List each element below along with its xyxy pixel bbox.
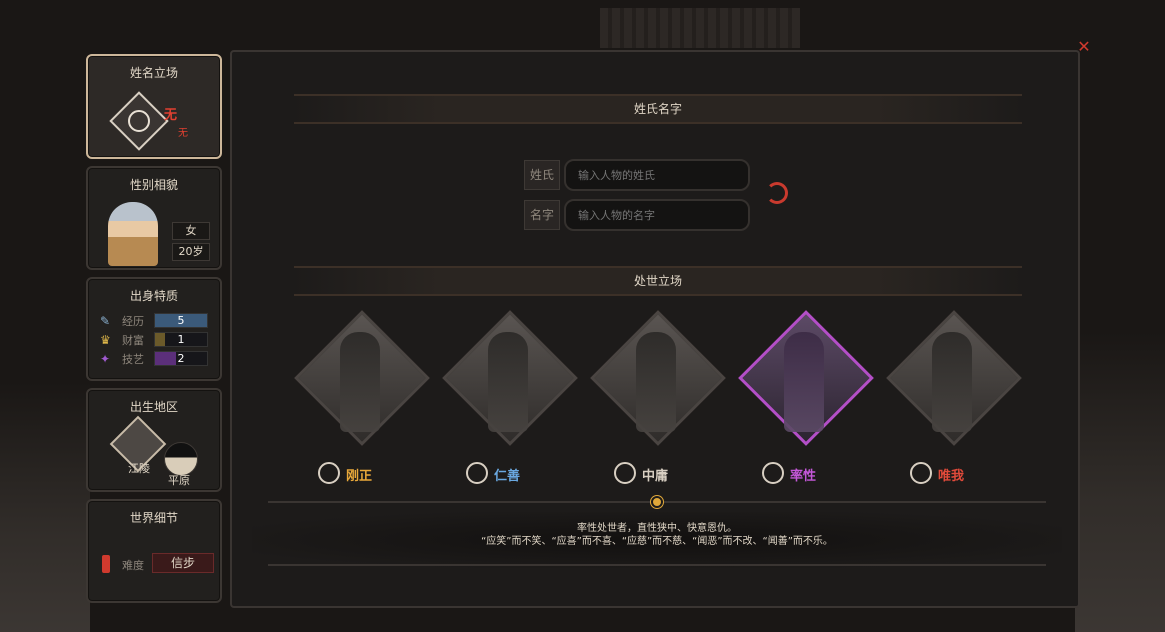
age-value: 20岁 [172, 243, 210, 261]
sidebar-panel-world-details[interactable]: 世界细节 难度 信步 [86, 499, 222, 603]
selection-indicator-icon [651, 496, 663, 508]
panel-title: 出身特质 [129, 289, 178, 303]
surname-label: 姓氏 [524, 160, 560, 190]
difficulty-icon [102, 555, 110, 573]
stance-label: 刚正 [313, 457, 408, 489]
stance-card-egoist[interactable]: 唯我 [882, 310, 1022, 489]
description-line-2: “应笑”而不笑、“应喜”而不喜、“应慈”而不慈、“闻恶”而不改、“闻善”而不乐。 [481, 536, 833, 547]
stat-label: 经历 [122, 315, 144, 328]
stance-sub: 无 [178, 128, 188, 139]
panel-title: 性别相貌 [129, 178, 178, 192]
stat-value: 5 [177, 314, 185, 327]
stat-label: 技艺 [122, 353, 144, 366]
stance-egoist-icon [905, 457, 937, 489]
stance-figure [932, 332, 972, 432]
stance-emblem-icon [109, 91, 169, 151]
stance-upright-icon [313, 457, 345, 489]
stance-label: 唯我 [905, 457, 1000, 489]
stance-name: 无 [164, 108, 178, 123]
stance-card-kind[interactable]: 仁善 [438, 310, 578, 489]
panel-title: 姓名立场 [129, 66, 178, 80]
difficulty-label: 难度 [122, 559, 144, 572]
stance-kind-icon [461, 457, 493, 489]
sidebar-panel-gender-looks[interactable]: 性别相貌 女 20岁 [86, 166, 222, 270]
stance-figure [488, 332, 528, 432]
gender-value: 女 [172, 222, 210, 240]
stance-card-candid[interactable]: 率性 [734, 310, 874, 489]
feather-icon: ✎ [100, 314, 111, 328]
gold-icon: ♛ [100, 333, 111, 347]
stat-value: 2 [177, 352, 185, 365]
stat-label: 财富 [122, 334, 144, 347]
randomize-name-icon[interactable] [766, 182, 788, 204]
terrain-icon [164, 442, 198, 476]
terrain-label: 平原 [168, 474, 190, 487]
panel-title: 出生地区 [129, 400, 178, 414]
section-title-name: 姓氏名字 [294, 94, 1022, 124]
stance-card-upright[interactable]: 刚正 [290, 310, 430, 489]
stance-moderate-icon [609, 457, 641, 489]
city-label: 江陵 [128, 462, 150, 475]
stance-figure [340, 332, 380, 432]
sidebar-panel-origin-traits[interactable]: 出身特质 ✎ 经历 5 ♛ 财富 1 ✦ 技艺 2 [86, 277, 222, 381]
given-name-label: 名字 [524, 200, 560, 230]
description-line-1: 率性处世者，直性狭中、快意恩仇。 [577, 523, 737, 534]
stat-bar: 5 [154, 313, 208, 328]
stat-value: 1 [177, 333, 185, 346]
stat-row-skill: ✦ 技艺 2 [100, 351, 212, 367]
sidebar-panel-birth-region[interactable]: 出生地区 江陵 平原 [86, 388, 222, 492]
stance-figure [784, 332, 824, 432]
stance-label: 率性 [757, 457, 852, 489]
background-mountains-left [0, 382, 90, 632]
stance-description: 率性处世者，直性狭中、快意恩仇。 “应笑”而不笑、“应喜”而不喜、“应慈”而不慈… [252, 512, 1062, 568]
stance-figure [636, 332, 676, 432]
stat-bar: 2 [154, 351, 208, 366]
sidebar-panel-name-stance[interactable]: 姓名立场 无 无 [86, 54, 222, 159]
panel-title: 世界细节 [129, 511, 178, 525]
stance-label: 中庸 [609, 457, 704, 489]
character-portrait [108, 202, 158, 266]
background-scroll [600, 8, 800, 48]
stance-card-moderate[interactable]: 中庸 [586, 310, 726, 489]
skill-icon: ✦ [100, 352, 111, 366]
stance-label: 仁善 [461, 457, 556, 489]
stat-row-experience: ✎ 经历 5 [100, 313, 212, 329]
surname-input[interactable] [564, 159, 750, 191]
stat-bar: 1 [154, 332, 208, 347]
given-name-input[interactable] [564, 199, 750, 231]
background-mountains-right [1075, 332, 1165, 632]
section-title-stance: 处世立场 [294, 266, 1022, 296]
main-panel: 姓氏名字 姓氏 名字 处世立场 刚正 仁善 中庸 率性 [230, 50, 1080, 608]
divider [268, 564, 1046, 566]
difficulty-value[interactable]: 信步 [152, 553, 214, 573]
stance-candid-icon [757, 457, 789, 489]
stat-row-wealth: ♛ 财富 1 [100, 332, 212, 348]
